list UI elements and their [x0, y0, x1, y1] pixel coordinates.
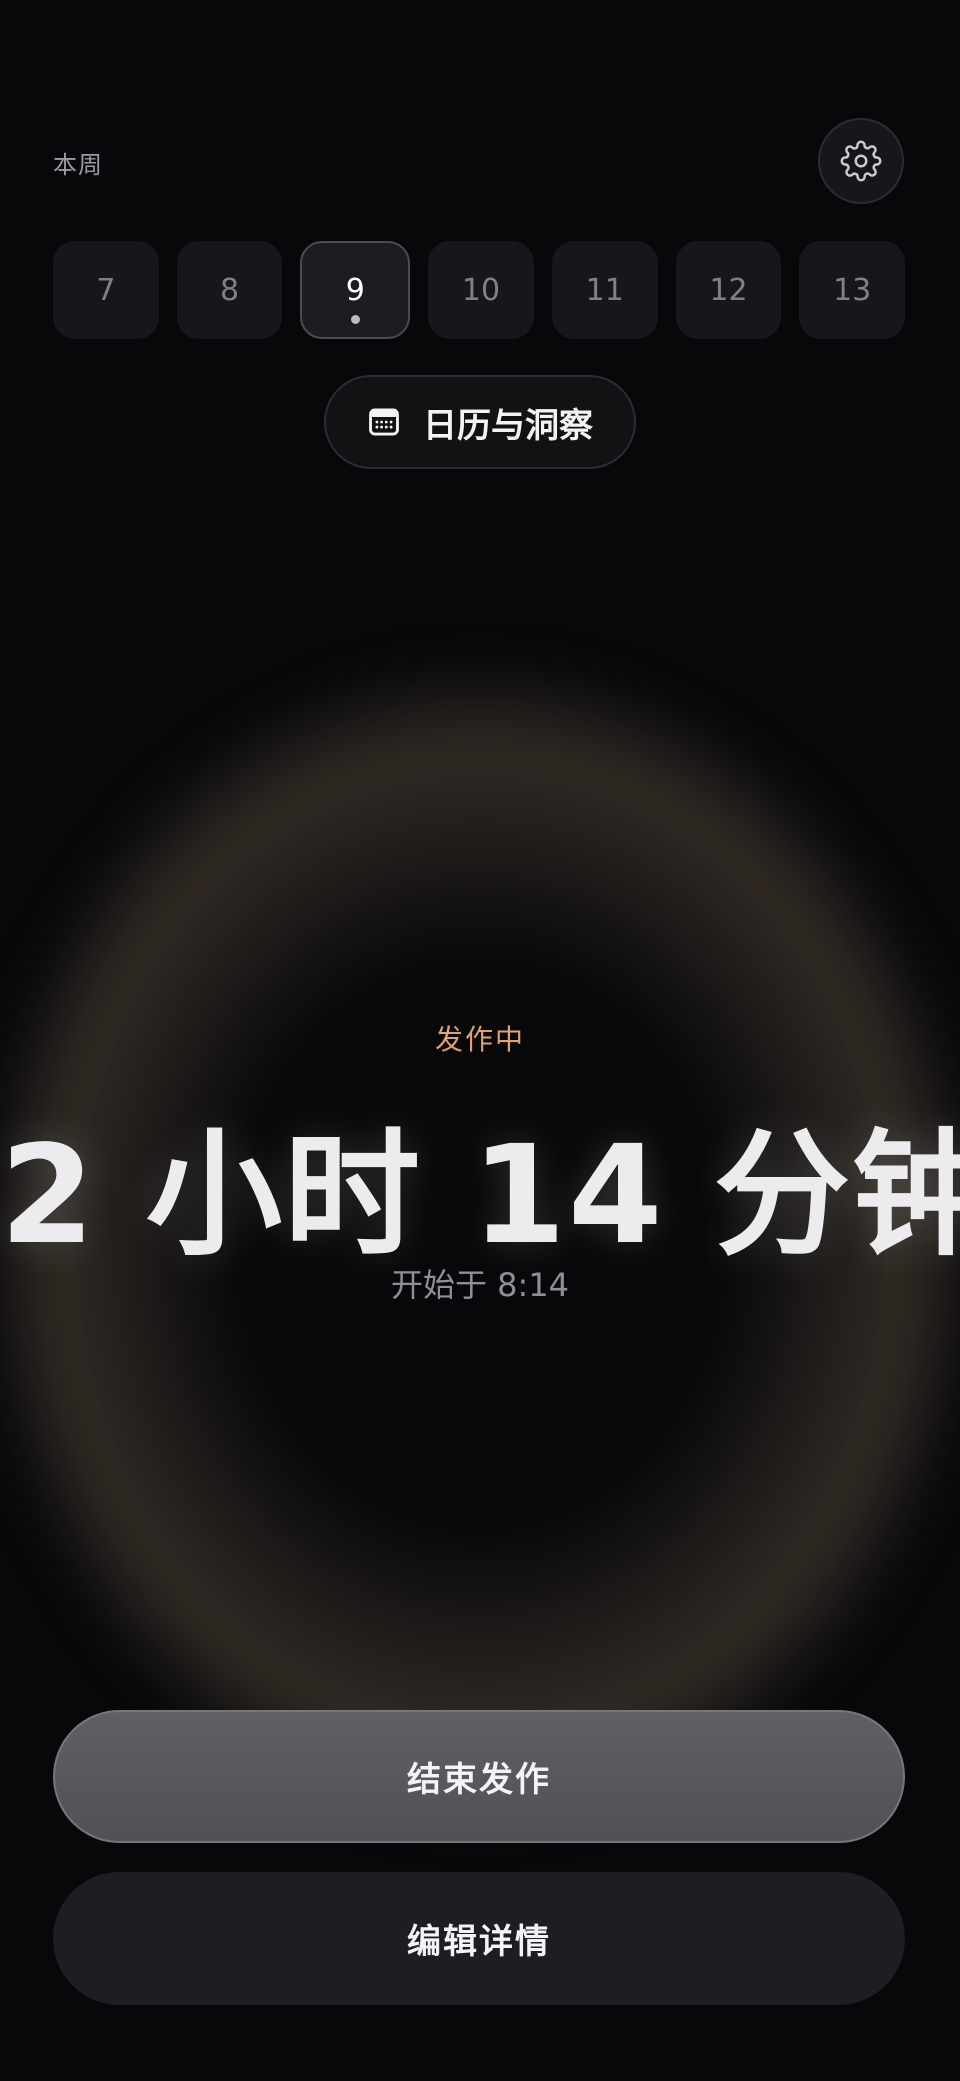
episode-duration: 2 小时 14 分钟 [0, 1117, 960, 1275]
episode-indicator-dot [350, 315, 360, 324]
day-9-selected[interactable]: 9 [300, 241, 411, 339]
edit-details-button[interactable]: 编辑详情 [53, 1872, 905, 2005]
calendar-insights-button[interactable]: 日历与洞察 [324, 375, 636, 469]
day-11[interactable]: 11 [551, 241, 658, 339]
day-label: 8 [220, 272, 240, 308]
day-label: 12 [709, 272, 748, 308]
day-10[interactable]: 10 [428, 241, 534, 339]
day-label: 10 [461, 272, 501, 308]
day-13[interactable]: 13 [799, 241, 906, 339]
day-12[interactable]: 12 [675, 241, 782, 339]
episode-start-time: 开始于 8:14 [390, 1266, 570, 1304]
end-episode-button[interactable]: 结束发作 [53, 1710, 905, 1843]
day-8[interactable]: 8 [176, 241, 283, 339]
day-label: 9 [345, 272, 365, 308]
calendar-icon [369, 408, 399, 436]
week-label: 本周 [53, 151, 103, 179]
day-label: 11 [585, 272, 624, 308]
day-7[interactable]: 7 [53, 241, 159, 339]
episode-status: 发作中 [434, 1023, 525, 1056]
day-label: 7 [96, 272, 116, 308]
gear-icon [840, 140, 882, 182]
week-day-strip: 7 8 9 10 11 12 13 [53, 241, 906, 339]
day-label: 13 [833, 272, 872, 308]
calendar-insights-label: 日历与洞察 [423, 405, 593, 446]
settings-button[interactable] [818, 118, 904, 204]
